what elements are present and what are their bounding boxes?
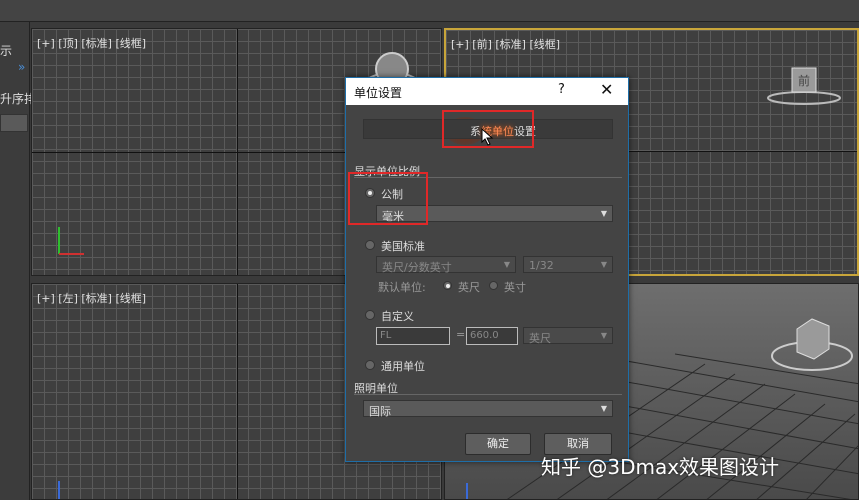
generic-units-radio[interactable]	[365, 360, 375, 370]
inches-label: 英寸	[504, 281, 526, 294]
fraction-select[interactable]: 1/32 ▼	[523, 256, 613, 273]
help-button[interactable]: ?	[558, 82, 565, 97]
custom-amount-field[interactable]: 660.0	[466, 327, 518, 345]
custom-unit-value: 英尺	[529, 332, 551, 345]
section-divider	[354, 394, 622, 395]
viewcube-front-face: 前	[798, 73, 810, 88]
watermark-text: 知乎 @3Dmax效果图设计	[541, 455, 780, 479]
dropdown-arrow-icon: ▼	[600, 331, 607, 340]
dialog-titlebar[interactable]: 单位设置 ? ✕	[346, 78, 628, 105]
custom-amount-value: 660.0	[470, 330, 499, 341]
custom-radio[interactable]	[365, 310, 375, 320]
panel-button[interactable]	[0, 114, 28, 132]
units-setup-dialog: 单位设置 ? ✕ 系統单位设置 显示单位比例 公制 毫米 ▼ 美国标准 英尺/分…	[345, 77, 629, 462]
feet-radio[interactable]	[443, 281, 452, 290]
custom-name-field[interactable]: FL	[376, 327, 450, 345]
main-toolbar	[0, 0, 859, 22]
viewport-label-front[interactable]: [+] [前] [标准] [线框]	[451, 36, 560, 52]
us-standard-radio[interactable]	[365, 240, 375, 250]
generic-units-label: 通用单位	[381, 360, 425, 373]
command-panel: 示 » 升序排	[0, 22, 36, 500]
close-button[interactable]: ✕	[600, 80, 613, 99]
equals-sign: =	[456, 328, 466, 341]
dropdown-arrow-icon: ▼	[600, 260, 607, 269]
axis-tripod-icon	[58, 481, 60, 499]
dialog-title: 单位设置	[354, 86, 403, 100]
expand-arrow-icon[interactable]: »	[18, 60, 25, 74]
us-standard-label: 美国标准	[381, 240, 425, 253]
viewcube-icon[interactable]: 前	[764, 60, 844, 110]
viewport-label-top[interactable]: [+] [顶] [标准] [线框]	[37, 35, 146, 51]
feet-label: 英尺	[458, 281, 480, 294]
dropdown-arrow-icon: ▼	[503, 260, 510, 269]
default-unit-label: 默认单位:	[378, 281, 426, 294]
dropdown-arrow-icon: ▼	[600, 404, 607, 413]
axis-tripod-icon	[466, 483, 468, 499]
inches-radio[interactable]	[489, 281, 498, 290]
custom-label: 自定义	[381, 310, 414, 323]
annotation-highlight-box	[442, 110, 534, 148]
viewport-label-left[interactable]: [+] [左] [标准] [线框]	[37, 290, 146, 306]
us-unit-select[interactable]: 英尺/分数英寸 ▼	[376, 256, 516, 274]
us-unit-value: 英尺/分数英寸	[382, 261, 452, 274]
fraction-value: 1/32	[529, 259, 554, 272]
custom-name-value: FL	[380, 330, 392, 341]
ok-button[interactable]: 确定	[465, 433, 531, 455]
panel-label-display: 示	[0, 44, 13, 58]
viewcube-perspective-icon[interactable]	[767, 304, 857, 374]
dropdown-arrow-icon: ▼	[600, 209, 607, 218]
lighting-unit-select[interactable]: 国际 ▼	[363, 400, 613, 418]
axis-tripod-icon	[58, 227, 84, 255]
annotation-highlight-box	[348, 172, 428, 225]
axis-line-vertical	[237, 284, 238, 499]
axis-line-vertical	[237, 29, 238, 275]
custom-unit-select[interactable]: 英尺 ▼	[523, 327, 613, 345]
lighting-unit-value: 国际	[369, 405, 391, 418]
